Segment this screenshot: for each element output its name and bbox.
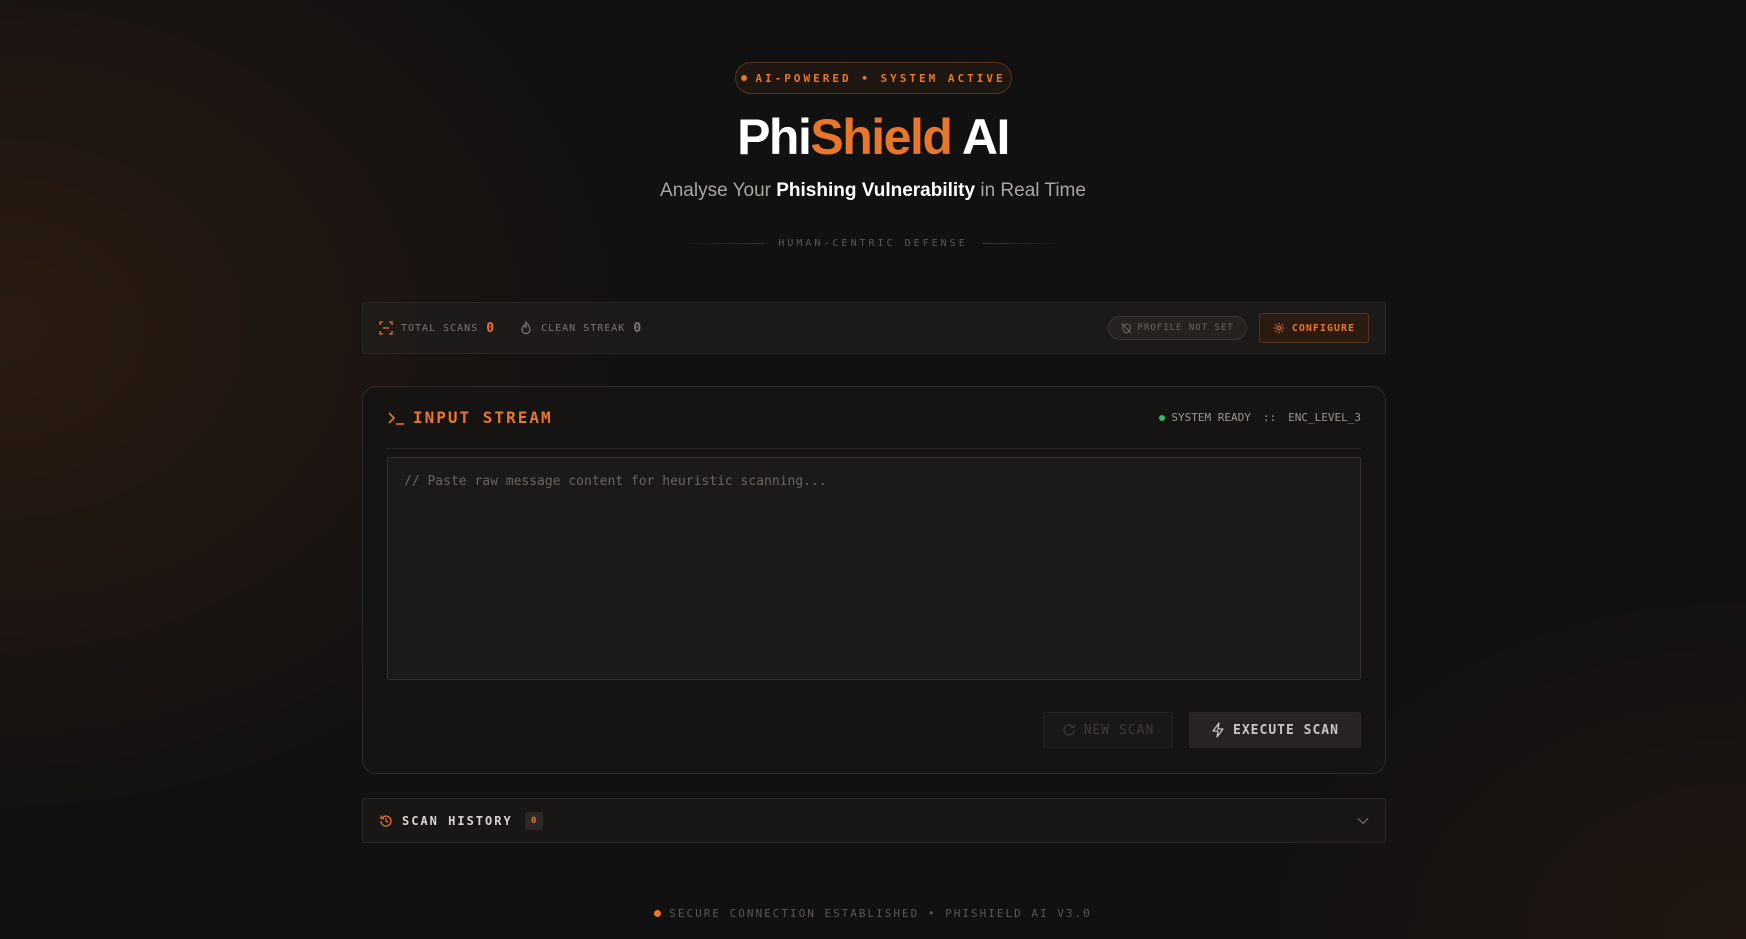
clean-streak-value: 0 — [633, 320, 643, 336]
title-part-2: Shield — [810, 109, 953, 165]
profile-status-label: PROFILE NOT SET — [1137, 323, 1234, 333]
status-badge: AI-POWERED • SYSTEM ACTIVE — [735, 62, 1012, 94]
flame-icon — [519, 321, 533, 335]
history-icon — [379, 814, 393, 828]
total-scans-label: TOTAL SCANS — [401, 322, 479, 334]
encryption-level: ENC_LEVEL_3 — [1288, 411, 1361, 424]
clean-streak-stat: CLEAN STREAK 0 — [519, 321, 642, 336]
scan-history-toggle[interactable]: SCAN HISTORY 0 — [362, 798, 1386, 843]
footer: SECURE CONNECTION ESTABLISHED • PHISHIEL… — [0, 907, 1746, 920]
execute-scan-label: EXECUTE SCAN — [1233, 722, 1339, 738]
system-status: SYSTEM READY :: ENC_LEVEL_3 — [1159, 411, 1361, 424]
divider-text: HUMAN-CENTRIC DEFENSE — [778, 238, 968, 249]
history-count-badge: 0 — [524, 811, 543, 830]
clean-streak-label: CLEAN STREAK — [541, 322, 626, 334]
message-input[interactable] — [387, 457, 1361, 680]
input-panel-header: INPUT STREAM SYSTEM READY :: ENC_LEVEL_3 — [387, 387, 1361, 449]
chevron-down-icon[interactable] — [1357, 817, 1369, 825]
subtitle-bold: Phishing Vulnerability — [776, 180, 976, 201]
status-separator: :: — [1262, 411, 1277, 424]
connection-dot — [654, 910, 662, 917]
footer-text: SECURE CONNECTION ESTABLISHED • PHISHIEL… — [669, 907, 1092, 920]
page-title: PhiShield AI — [0, 108, 1746, 166]
divider-line-right — [981, 243, 1062, 244]
new-scan-label: NEW SCAN — [1083, 722, 1155, 738]
configure-label: CONFIGURE — [1291, 322, 1355, 334]
lightning-icon — [1211, 722, 1225, 738]
title-part-1: Phi — [737, 109, 812, 165]
page-subtitle: Analyse Your Phishing Vulnerability in R… — [0, 180, 1746, 202]
section-divider: HUMAN-CENTRIC DEFENSE — [0, 238, 1746, 249]
execute-scan-button[interactable]: EXECUTE SCAN — [1189, 712, 1361, 748]
scan-history-text: SCAN HISTORY — [402, 813, 513, 828]
ready-dot — [1159, 414, 1166, 421]
new-scan-button[interactable]: NEW SCAN — [1043, 712, 1173, 748]
scan-frame-icon — [379, 321, 393, 335]
profile-status-pill[interactable]: PROFILE NOT SET — [1107, 316, 1247, 340]
gear-icon — [1273, 322, 1285, 334]
input-panel-title: INPUT STREAM — [387, 408, 553, 427]
refresh-icon — [1062, 723, 1076, 737]
input-panel-title-text: INPUT STREAM — [413, 408, 553, 427]
scan-history-label: SCAN HISTORY — [379, 814, 513, 828]
status-dot — [741, 75, 748, 81]
input-stream-panel: INPUT STREAM SYSTEM READY :: ENC_LEVEL_3… — [362, 386, 1386, 774]
stats-bar: TOTAL SCANS 0 CLEAN STREAK 0 PROFILE NOT… — [362, 302, 1386, 354]
system-status-text: SYSTEM READY — [1171, 411, 1251, 424]
terminal-icon — [387, 410, 405, 426]
total-scans-value: 0 — [486, 320, 496, 336]
status-badge-text: AI-POWERED • SYSTEM ACTIVE — [755, 71, 1006, 85]
title-part-3: AI — [951, 109, 1011, 165]
subtitle-post: in Real Time — [975, 180, 1086, 201]
divider-line-left — [684, 243, 765, 244]
configure-button[interactable]: CONFIGURE — [1258, 313, 1369, 343]
shield-off-icon — [1121, 322, 1132, 334]
subtitle-pre: Analyse Your — [660, 180, 777, 201]
total-scans-stat: TOTAL SCANS 0 — [379, 321, 495, 336]
